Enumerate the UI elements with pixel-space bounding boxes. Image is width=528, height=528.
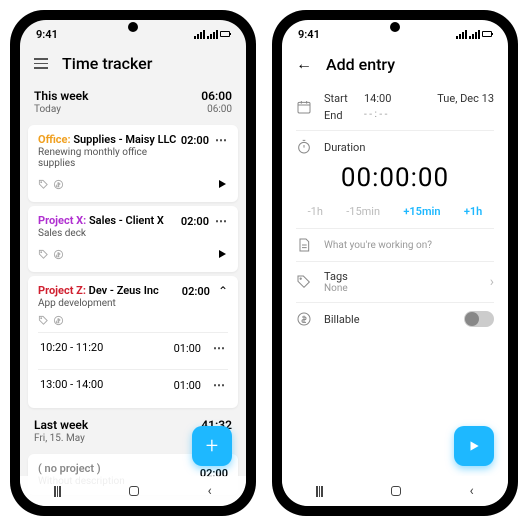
camera-notch [390, 22, 400, 32]
home-button[interactable] [129, 486, 139, 496]
billable-icon [53, 249, 64, 260]
menu-icon[interactable] [34, 58, 48, 69]
entry-title: Project Z: Dev - Zeus Inc [38, 284, 159, 297]
system-nav: ‹ [282, 476, 508, 506]
tag-icon [38, 179, 49, 190]
add-entry-fab[interactable]: + [192, 426, 232, 466]
recents-button[interactable] [54, 486, 61, 497]
clock: 9:41 [36, 28, 58, 41]
back-button[interactable]: ‹ [208, 483, 212, 499]
back-icon[interactable]: ← [296, 54, 312, 74]
duration-value[interactable]: 00:00:00 [282, 163, 508, 193]
chevron-right-icon: › [490, 274, 494, 290]
description-field[interactable]: What you're working on? [282, 229, 508, 261]
sub-entry[interactable]: 13:00 - 14:00 01:00 ⋯ [38, 369, 228, 400]
end-label: End [324, 109, 364, 122]
datetime-field[interactable]: Start 14:00 Tue, Dec 13 End - - : - - [282, 84, 508, 130]
play-button[interactable] [216, 175, 228, 194]
entry-desc: App development [38, 298, 159, 309]
app-header: ← Add entry [282, 48, 508, 84]
section-subtitle: Fri, 15. May [34, 433, 88, 444]
page-title: Add entry [326, 55, 395, 74]
recents-button[interactable] [316, 486, 323, 497]
signal-icon [194, 30, 205, 39]
description-placeholder: What you're working on? [324, 240, 432, 251]
phone-frame-right: 9:41 ← Add entry Start 14:00 Tue, Dec 13… [272, 10, 518, 516]
tag-icon [38, 249, 49, 260]
note-icon [296, 237, 312, 253]
calendar-icon [296, 99, 312, 115]
start-date: Tue, Dec 13 [404, 92, 494, 105]
entry-title: Office: Supplies - Maisy LLC [38, 133, 181, 146]
entry-duration: 02:00 [182, 285, 210, 298]
start-label: Start [324, 92, 364, 105]
entry-desc: Renewing monthly office supplies [38, 147, 181, 169]
more-icon[interactable]: ⋯ [213, 378, 226, 392]
duration-field: Duration [282, 131, 508, 155]
billable-icon [53, 179, 64, 190]
system-nav: ‹ [20, 476, 246, 506]
adj-plus-1h[interactable]: +1h [464, 205, 482, 218]
entry-title: ( no project ) [38, 462, 125, 475]
end-time: - - : - - [364, 109, 404, 122]
battery-icon [220, 31, 230, 37]
clock: 9:41 [298, 28, 320, 41]
entry-duration: 02:00 [181, 215, 209, 228]
wifi-icon [207, 30, 218, 39]
adj-minus-1h[interactable]: -1h [308, 205, 323, 218]
tags-value: None [324, 283, 478, 294]
camera-notch [128, 22, 138, 32]
entry-duration: 02:00 [181, 134, 209, 147]
signal-icon [456, 30, 467, 39]
entry-title: Project X: Sales - Client X [38, 214, 164, 227]
app-header: Time tracker [20, 48, 246, 83]
entry-card-expanded[interactable]: Project Z: Dev - Zeus Inc App developmen… [28, 276, 238, 408]
adj-minus-15m[interactable]: -15min [346, 205, 380, 218]
sub-entry[interactable]: 10:20 - 11:20 01:00 ⋯ [38, 332, 228, 363]
more-icon[interactable]: ⋯ [215, 133, 228, 147]
entry-card[interactable]: Project X: Sales - Client X Sales deck 0… [28, 206, 238, 272]
duration-adjust: -1h -15min +15min +1h [282, 201, 508, 228]
sub-range: 10:20 - 11:20 [40, 341, 103, 355]
back-button[interactable]: ‹ [470, 483, 474, 499]
battery-icon [482, 31, 492, 37]
chevron-up-icon[interactable]: ⌃ [218, 284, 228, 298]
billable-field[interactable]: Billable [282, 303, 508, 335]
sub-duration: 01:00 [174, 379, 201, 392]
stopwatch-icon [296, 139, 312, 155]
billable-icon [53, 315, 64, 326]
tag-icon [296, 274, 312, 290]
billable-toggle[interactable] [464, 311, 494, 327]
phone-frame-left: 9:41 Time tracker This week Today 06:00 … [10, 10, 256, 516]
more-icon[interactable]: ⋯ [215, 214, 228, 228]
billable-label: Billable [324, 313, 452, 326]
more-icon[interactable]: ⋯ [213, 341, 226, 355]
start-time: 14:00 [364, 92, 404, 105]
sub-range: 13:00 - 14:00 [40, 378, 103, 392]
adj-plus-15m[interactable]: +15min [403, 205, 440, 218]
wifi-icon [469, 30, 480, 39]
home-button[interactable] [391, 486, 401, 496]
entry-card[interactable]: Office: Supplies - Maisy LLC Renewing mo… [28, 125, 238, 202]
page-title: Time tracker [62, 54, 152, 73]
start-timer-fab[interactable] [454, 426, 494, 466]
entry-desc: Sales deck [38, 228, 164, 239]
sub-duration: 01:00 [174, 342, 201, 355]
tags-label: Tags [324, 270, 478, 283]
section-subtitle: Today [34, 104, 88, 115]
section-subtotal: 06:00 [201, 104, 232, 115]
tags-field[interactable]: Tags None › [282, 262, 508, 302]
duration-label: Duration [324, 141, 365, 154]
section-title: This week [34, 89, 88, 103]
billable-icon [296, 311, 312, 327]
tag-icon [38, 315, 49, 326]
section-total: 06:00 [201, 89, 232, 103]
section-header-thisweek: This week Today 06:00 06:00 [20, 83, 246, 121]
section-title: Last week [34, 418, 88, 432]
play-button[interactable] [216, 245, 228, 264]
